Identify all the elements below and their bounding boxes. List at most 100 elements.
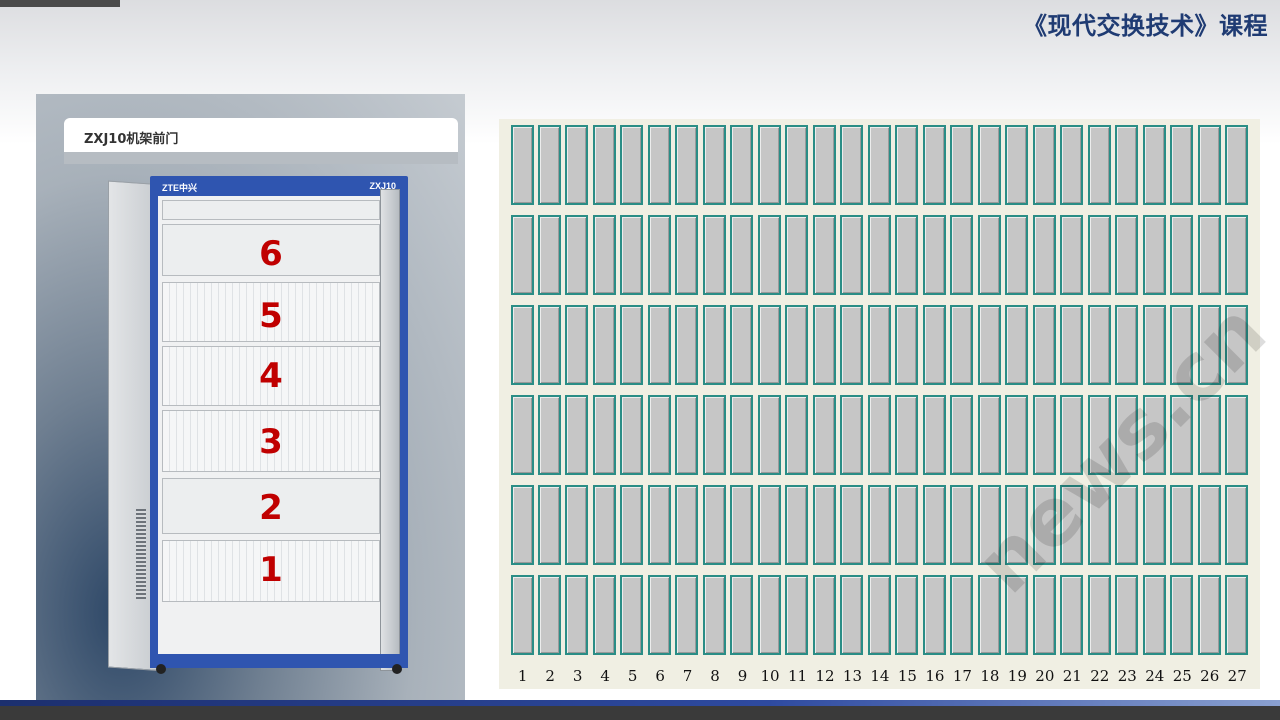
slot-number: 18 (980, 667, 1000, 685)
course-title: 《现代交换技术》课程 (1023, 11, 1268, 40)
slot-number: 19 (1007, 667, 1027, 685)
card-slot (1087, 395, 1111, 475)
card-slot (1005, 395, 1029, 475)
slot-number: 22 (1090, 667, 1110, 685)
bottom-bar (0, 706, 1280, 720)
card-slot (1197, 485, 1221, 565)
slot-diagram: 1 2 3 4 5 6 7 8 9 10 11 12 13 14 15 16 17 18 19 20 21 22 23 24 2… (499, 119, 1280, 689)
cabinet-control-strip (162, 200, 380, 220)
card-slot (702, 485, 726, 565)
card-slot (620, 125, 644, 205)
card-slot (812, 215, 836, 295)
slot-number: 9 (737, 667, 748, 685)
cabinet-shelf: 5 (162, 282, 380, 342)
card-slot (922, 125, 946, 205)
slot-number: 16 (925, 667, 945, 685)
corner-tab (0, 0, 120, 7)
card-slot (977, 395, 1001, 475)
card-slot (592, 125, 616, 205)
card-slot (537, 215, 561, 295)
card-slot (1142, 305, 1166, 385)
card-slot (510, 485, 534, 565)
card-slot (895, 125, 919, 205)
card-slot (1087, 485, 1111, 565)
card-slot (1115, 125, 1139, 205)
card-slot (757, 575, 781, 655)
card-slot (922, 485, 946, 565)
card-slot (785, 485, 809, 565)
card-slot (537, 395, 561, 475)
slot-row (509, 573, 1251, 659)
card-slot (620, 485, 644, 565)
card-slot (867, 395, 891, 475)
card-slot (1142, 125, 1166, 205)
card-slot (867, 125, 891, 205)
card-slot (510, 125, 534, 205)
slot-number: 13 (842, 667, 862, 685)
shelf-number: 4 (259, 356, 283, 396)
card-slot (1142, 215, 1166, 295)
card-slot (1197, 125, 1221, 205)
slot-number: 3 (572, 667, 583, 685)
card-slot (565, 305, 589, 385)
card-slot (675, 125, 699, 205)
shelf-number: 6 (259, 234, 283, 274)
card-slot (675, 485, 699, 565)
card-slot (757, 395, 781, 475)
card-slot (1225, 575, 1249, 655)
card-slot (537, 125, 561, 205)
cabinet-frame: ZTE中兴 ZXJ10 654321 (150, 176, 408, 666)
card-slot (1115, 485, 1139, 565)
card-slot (647, 305, 671, 385)
card-slot (565, 215, 589, 295)
card-slot (1115, 575, 1139, 655)
card-slot (1142, 395, 1166, 475)
card-slot (1225, 215, 1249, 295)
card-slot (1225, 305, 1249, 385)
card-slot (1115, 215, 1139, 295)
slot-number: 12 (815, 667, 835, 685)
card-slot (510, 215, 534, 295)
card-slot (592, 575, 616, 655)
slot-row (509, 303, 1251, 389)
card-slot (840, 215, 864, 295)
card-slot (785, 395, 809, 475)
slot-number: 8 (710, 667, 720, 685)
shelf-number: 3 (259, 422, 283, 462)
card-slot (565, 395, 589, 475)
slot-number: 5 (627, 667, 638, 685)
card-slot (510, 305, 534, 385)
card-slot (620, 395, 644, 475)
card-slot (730, 125, 754, 205)
card-slot (565, 125, 589, 205)
cabinet-brand-left: ZTE中兴 (162, 183, 197, 193)
slot-number: 26 (1200, 667, 1220, 685)
card-slot (1170, 125, 1194, 205)
card-slot (1142, 575, 1166, 655)
card-slot (922, 395, 946, 475)
card-slot (757, 305, 781, 385)
card-slot (950, 575, 974, 655)
card-slot (675, 395, 699, 475)
card-slot (1170, 215, 1194, 295)
card-slot (1170, 305, 1194, 385)
card-slot (647, 575, 671, 655)
card-slot (1060, 125, 1084, 205)
card-slot (1060, 305, 1084, 385)
slot-number: 1 (517, 667, 528, 685)
card-slot (812, 575, 836, 655)
slot-number: 17 (952, 667, 972, 685)
card-slot (950, 395, 974, 475)
card-slot (977, 485, 1001, 565)
card-slot (757, 125, 781, 205)
card-slot (702, 305, 726, 385)
card-slot (757, 485, 781, 565)
card-slot (950, 215, 974, 295)
card-slot (895, 485, 919, 565)
card-slot (730, 575, 754, 655)
card-slot (647, 395, 671, 475)
card-slot (977, 125, 1001, 205)
card-slot (840, 125, 864, 205)
card-slot (812, 485, 836, 565)
card-slot (510, 395, 534, 475)
